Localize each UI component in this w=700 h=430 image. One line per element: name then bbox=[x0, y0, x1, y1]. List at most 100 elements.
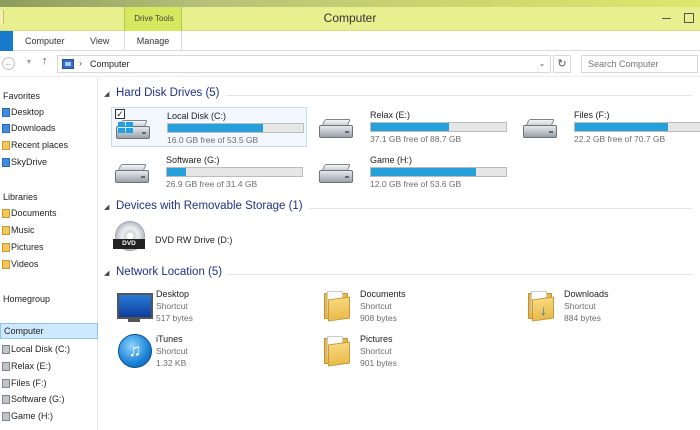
checkbox[interactable]: ✓ bbox=[115, 109, 125, 119]
sidebar-item-software-g[interactable]: Software (G:) bbox=[0, 392, 98, 408]
music-icon bbox=[2, 226, 10, 235]
search-input[interactable] bbox=[582, 56, 682, 72]
group-removable-storage[interactable]: ◢ Devices with Removable Storage (1) bbox=[104, 200, 696, 216]
collapse-icon[interactable]: ◢ bbox=[104, 269, 109, 277]
hard-drive-icon bbox=[523, 119, 559, 141]
itunes-icon: ♫ bbox=[114, 334, 154, 370]
drive-files-f[interactable]: Files (F:) 22.2 GB free of 70.7 GB bbox=[519, 107, 700, 147]
windows-logo-icon bbox=[118, 122, 134, 134]
minimize-button[interactable] bbox=[660, 12, 674, 24]
drive-icon bbox=[2, 345, 10, 354]
up-button[interactable]: ↑ bbox=[42, 55, 48, 67]
collapse-icon[interactable]: ◢ bbox=[104, 90, 109, 98]
drive-dvd-rw-d[interactable]: DVD DVD RW Drive (D:) bbox=[113, 221, 273, 257]
group-title: Network Location (5) bbox=[116, 266, 229, 278]
item-name: iTunes bbox=[156, 334, 183, 344]
sidebar-item-recent-places[interactable]: Recent places bbox=[0, 138, 98, 154]
sidebar-item-label: Local Disk (C:) bbox=[11, 344, 71, 354]
sidebar-item-videos[interactable]: Videos bbox=[0, 257, 98, 273]
computer-label: Computer bbox=[4, 326, 44, 336]
sidebar-item-music[interactable]: Music bbox=[0, 223, 98, 239]
sidebar-item-desktop[interactable]: Desktop bbox=[0, 105, 98, 121]
recent-places-icon bbox=[2, 141, 10, 150]
drive-local-disk-c[interactable]: ✓ Local Disk (C:) 16.0 GB free of 53.5 G… bbox=[111, 107, 307, 147]
sidebar-item-documents[interactable]: Documents bbox=[0, 206, 98, 222]
network-item-itunes[interactable]: ♫ iTunes Shortcut 1.32 KB bbox=[114, 334, 310, 374]
sidebar-item-game-h[interactable]: Game (H:) bbox=[0, 409, 98, 425]
videos-icon bbox=[2, 260, 10, 269]
sidebar-item-computer[interactable]: Computer bbox=[0, 323, 98, 339]
content-pane: ◢ Hard Disk Drives (5) ✓ Local Disk (C:)… bbox=[100, 78, 700, 430]
libraries-header[interactable]: Libraries bbox=[0, 190, 98, 206]
item-type: Shortcut bbox=[156, 301, 188, 311]
item-type: Shortcut bbox=[360, 346, 392, 356]
maximize-button[interactable] bbox=[682, 12, 696, 24]
refresh-button[interactable]: ↻ bbox=[553, 55, 571, 73]
sidebar-item-files-f[interactable]: Files (F:) bbox=[0, 376, 98, 392]
chevron-right-icon[interactable]: › bbox=[79, 58, 82, 68]
sidebar-item-relax-e[interactable]: Relax (E:) bbox=[0, 359, 98, 375]
tab-computer[interactable]: Computer bbox=[25, 36, 65, 46]
recent-locations-dropdown[interactable]: ▾ bbox=[27, 57, 31, 66]
item-type: Shortcut bbox=[564, 301, 596, 311]
capacity-bar bbox=[370, 167, 507, 177]
libraries-label: Libraries bbox=[3, 192, 38, 202]
group-hard-disk-drives[interactable]: ◢ Hard Disk Drives (5) bbox=[104, 87, 696, 103]
hard-drive-icon bbox=[116, 120, 152, 142]
sidebar-item-label: Relax (E:) bbox=[11, 361, 52, 371]
tab-view[interactable]: View bbox=[90, 36, 109, 46]
desktop-background-strip bbox=[0, 0, 700, 7]
sidebar-item-label: Music bbox=[11, 225, 35, 235]
homegroup-label: Homegroup bbox=[3, 294, 51, 304]
capacity-fill bbox=[167, 168, 186, 176]
sidebar-item-label: Software (G:) bbox=[11, 394, 65, 404]
drive-name: Software (G:) bbox=[166, 155, 220, 165]
drive-relax-e[interactable]: Relax (E:) 37.1 GB free of 88.7 GB bbox=[315, 107, 511, 147]
item-type: Shortcut bbox=[360, 301, 392, 311]
address-bar[interactable]: › Computer bbox=[57, 55, 551, 73]
file-tab[interactable] bbox=[0, 31, 13, 51]
sidebar-item-label: Recent places bbox=[11, 140, 69, 150]
drive-game-h[interactable]: Game (H:) 12.0 GB free of 53.6 GB bbox=[315, 152, 511, 192]
capacity-fill bbox=[168, 124, 263, 132]
network-item-downloads[interactable]: ↓ Downloads Shortcut 884 bytes bbox=[522, 289, 700, 329]
sidebar-item-label: SkyDrive bbox=[11, 157, 48, 167]
capacity-bar bbox=[370, 122, 507, 132]
drive-name: Local Disk (C:) bbox=[167, 111, 227, 121]
network-item-pictures[interactable]: Pictures Shortcut 901 bytes bbox=[318, 334, 514, 374]
drive-icon bbox=[2, 362, 10, 371]
item-name: Desktop bbox=[156, 289, 190, 299]
free-space-text: 26.9 GB free of 31.4 GB bbox=[166, 179, 258, 189]
favorites-header[interactable]: Favorites bbox=[0, 89, 98, 105]
download-arrow-icon: ↓ bbox=[540, 302, 547, 318]
folder-icon bbox=[318, 289, 358, 325]
drive-software-g[interactable]: Software (G:) 26.9 GB free of 31.4 GB bbox=[111, 152, 307, 192]
monitor-icon bbox=[114, 289, 154, 325]
free-space-text: 37.1 GB free of 88.7 GB bbox=[370, 134, 462, 144]
dvd-badge: DVD bbox=[113, 239, 145, 249]
drive-name: Relax (E:) bbox=[370, 110, 411, 120]
item-size: 884 bytes bbox=[564, 313, 601, 323]
drive-icon bbox=[2, 412, 10, 421]
drive-name: Files (F:) bbox=[574, 110, 610, 120]
sidebar-item-downloads[interactable]: Downloads bbox=[0, 121, 98, 137]
collapse-icon[interactable]: ◢ bbox=[104, 203, 109, 211]
sidebar-item-local-disk-c[interactable]: Local Disk (C:) bbox=[0, 342, 98, 358]
sidebar-item-pictures[interactable]: Pictures bbox=[0, 240, 98, 256]
address-path[interactable]: Computer bbox=[90, 59, 130, 69]
item-size: 517 bytes bbox=[156, 313, 193, 323]
skydrive-icon bbox=[2, 158, 10, 167]
network-item-desktop[interactable]: Desktop Shortcut 517 bytes bbox=[114, 289, 310, 329]
sidebar-item-label: Game (H:) bbox=[11, 411, 54, 421]
network-item-documents[interactable]: Documents Shortcut 908 bytes bbox=[318, 289, 514, 329]
title-bar: Drive Tools Computer bbox=[0, 0, 700, 31]
search-box[interactable] bbox=[581, 55, 698, 73]
address-dropdown-icon[interactable]: ⌄ bbox=[534, 55, 550, 73]
group-network-location[interactable]: ◢ Network Location (5) bbox=[104, 266, 696, 282]
back-button[interactable]: ← bbox=[2, 57, 15, 70]
sidebar-item-label: Files (F:) bbox=[11, 378, 47, 388]
sidebar-item-homegroup[interactable]: Homegroup bbox=[0, 292, 98, 308]
sidebar-item-skydrive[interactable]: SkyDrive bbox=[0, 155, 98, 171]
downloads-icon bbox=[2, 124, 10, 133]
free-space-text: 22.2 GB free of 70.7 GB bbox=[574, 134, 666, 144]
